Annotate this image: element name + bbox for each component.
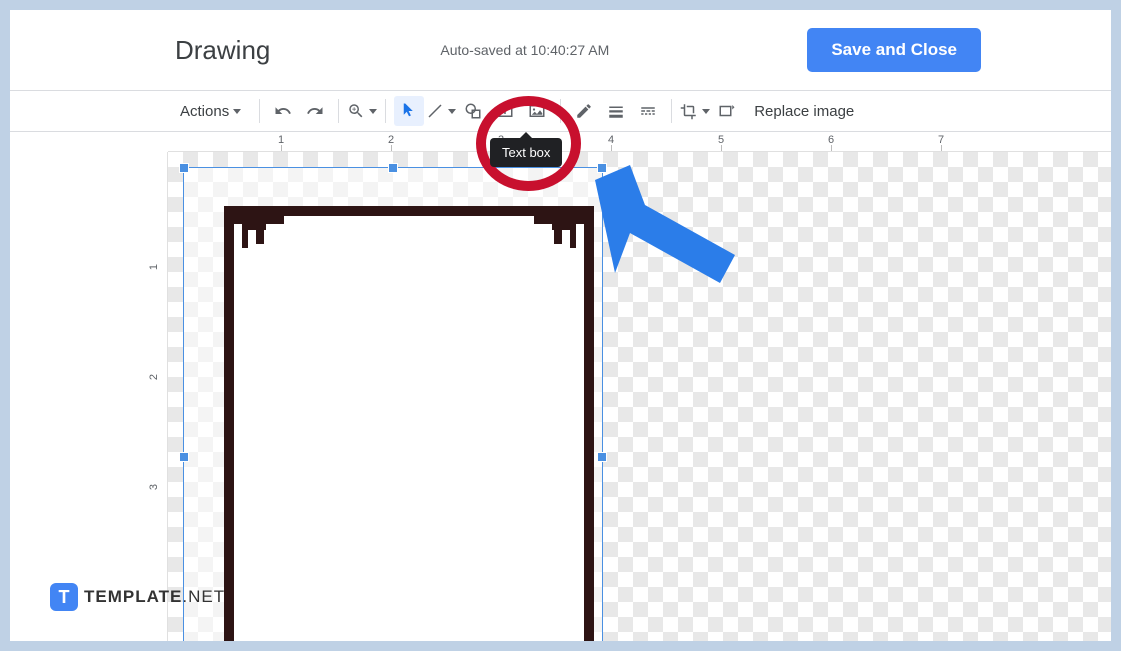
undo-button[interactable] xyxy=(268,96,298,126)
line-tool-button[interactable] xyxy=(426,96,456,126)
image-tool-button[interactable] xyxy=(522,96,552,126)
caret-down-icon xyxy=(702,109,710,114)
watermark: T TEMPLATE.NET xyxy=(50,583,225,611)
resize-handle-tl[interactable] xyxy=(179,163,189,173)
reset-image-button[interactable] xyxy=(712,96,742,126)
dialog-header: Drawing Auto-saved at 10:40:27 AM Save a… xyxy=(10,10,1111,90)
selected-image-object[interactable] xyxy=(183,167,603,641)
actions-menu-button[interactable]: Actions xyxy=(170,96,251,126)
replace-image-label: Replace image xyxy=(754,103,854,120)
pencil-icon xyxy=(575,102,593,120)
horizontal-ruler: 1 2 3 4 5 6 7 xyxy=(168,132,1111,152)
drawing-canvas[interactable] xyxy=(168,152,1111,641)
certificate-frame-image xyxy=(224,206,594,641)
outer-frame: Drawing Auto-saved at 10:40:27 AM Save a… xyxy=(0,0,1121,651)
shape-tool-button[interactable] xyxy=(458,96,488,126)
border-color-button[interactable] xyxy=(569,96,599,126)
watermark-text: TEMPLATE.NET xyxy=(84,587,225,607)
border-dash-button[interactable] xyxy=(633,96,663,126)
vertical-ruler: 1 2 3 xyxy=(148,152,168,641)
zoom-icon xyxy=(347,102,365,120)
image-icon xyxy=(528,102,546,120)
redo-button[interactable] xyxy=(300,96,330,126)
separator xyxy=(560,99,561,123)
replace-image-button[interactable]: Replace image xyxy=(744,96,864,126)
textbox-tool-button[interactable] xyxy=(490,96,520,126)
caret-down-icon xyxy=(233,109,241,114)
resize-handle-tr[interactable] xyxy=(597,163,607,173)
resize-handle-mr[interactable] xyxy=(597,452,607,462)
caret-down-icon xyxy=(369,109,377,114)
redo-icon xyxy=(306,102,324,120)
crop-icon xyxy=(680,102,698,120)
crop-button[interactable] xyxy=(680,96,710,126)
shape-icon xyxy=(464,102,482,120)
autosave-status: Auto-saved at 10:40:27 AM xyxy=(440,42,609,58)
separator xyxy=(338,99,339,123)
template-logo-icon: T xyxy=(50,583,78,611)
textbox-icon xyxy=(496,102,514,120)
cursor-icon xyxy=(400,102,418,120)
separator xyxy=(259,99,260,123)
dash-icon xyxy=(639,102,657,120)
zoom-button[interactable] xyxy=(347,96,377,126)
border-weight-button[interactable] xyxy=(601,96,631,126)
undo-icon xyxy=(274,102,292,120)
drawing-dialog: Drawing Auto-saved at 10:40:27 AM Save a… xyxy=(10,10,1111,641)
textbox-tooltip: Text box xyxy=(490,138,562,167)
caret-down-icon xyxy=(448,109,456,114)
reset-icon xyxy=(718,102,736,120)
canvas-area: 1 2 3 xyxy=(10,152,1111,641)
line-icon xyxy=(426,102,444,120)
resize-handle-tm[interactable] xyxy=(388,163,398,173)
dialog-title: Drawing xyxy=(175,35,270,66)
toolbar: Actions xyxy=(10,90,1111,132)
save-and-close-button[interactable]: Save and Close xyxy=(807,28,981,72)
separator xyxy=(385,99,386,123)
separator xyxy=(671,99,672,123)
resize-handle-ml[interactable] xyxy=(179,452,189,462)
weight-icon xyxy=(607,102,625,120)
actions-label: Actions xyxy=(180,103,229,120)
select-tool-button[interactable] xyxy=(394,96,424,126)
